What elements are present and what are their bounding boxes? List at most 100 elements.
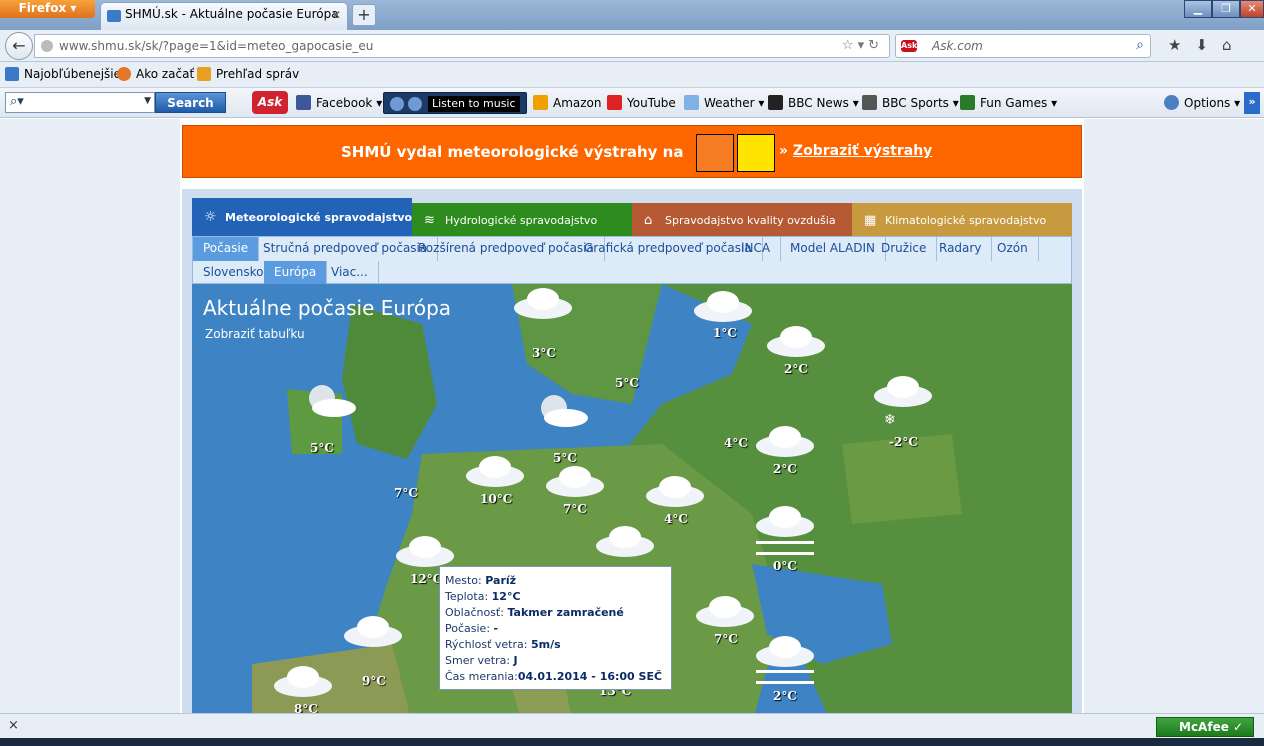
- cloud-icon[interactable]: [464, 454, 526, 488]
- title-bar: Firefox ▾ SHMÚ.sk - Aktuálne počasie Eur…: [0, 0, 1264, 30]
- search-icon[interactable]: ⌕: [1136, 37, 1144, 53]
- cloud-icon[interactable]: [594, 524, 656, 558]
- favicon-icon: [107, 10, 121, 22]
- minimize-button[interactable]: ▁: [1184, 0, 1212, 18]
- tooltip-direction: Smer vetra: J: [445, 653, 671, 669]
- toolbar-fun-games[interactable]: Fun Games ▾: [960, 95, 1057, 110]
- tooltip-city: Mesto: Paríž: [445, 573, 671, 589]
- cloud-icon[interactable]: [754, 424, 816, 458]
- cloud-icon[interactable]: [765, 324, 827, 358]
- fog-cloud-icon[interactable]: [754, 504, 816, 538]
- bookmark-star-icon[interactable]: ☆▾↻: [842, 38, 883, 53]
- cloud-icon[interactable]: [692, 289, 754, 323]
- bookmark-prehlad-sprav[interactable]: Prehľad správ: [197, 67, 299, 81]
- fog-cloud-icon[interactable]: [754, 634, 816, 668]
- url-text: www.shmu.sk/sk/?page=1&id=meteo_gapocasi…: [59, 39, 374, 53]
- nav-tools-icons[interactable]: ★⬇⌂: [1168, 36, 1246, 54]
- temp-label: 12°C: [410, 572, 443, 586]
- tooltip-label: Oblačnosť:: [445, 606, 504, 619]
- weather-map[interactable]: Aktuálne počasie Európa Zobraziť tabuľku: [192, 284, 1072, 713]
- subnav-viac[interactable]: Viac...: [321, 261, 379, 285]
- firefox-menu-button[interactable]: Firefox ▾: [0, 0, 95, 18]
- show-table-link[interactable]: Zobraziť tabuľku: [205, 327, 305, 341]
- temp-label: 2°C: [784, 362, 808, 376]
- toolbar-amazon[interactable]: Amazon: [533, 95, 602, 110]
- tooltip-value: Paríž: [485, 574, 517, 587]
- show-warnings-link[interactable]: » Zobraziť výstrahy: [779, 143, 932, 159]
- tooltip-label: Smer vetra:: [445, 654, 511, 667]
- volume-icon[interactable]: [408, 97, 422, 111]
- cloud-icon[interactable]: [512, 286, 574, 320]
- close-addon-bar-icon[interactable]: ×: [8, 718, 19, 733]
- temp-label: 8°C: [294, 702, 318, 713]
- subnav-druzice[interactable]: Družice: [871, 237, 938, 261]
- subnav-slovensko[interactable]: Slovensko: [193, 261, 275, 285]
- tooltip-value: 04.01.2014 - 16:00 SEČ: [517, 670, 663, 683]
- toolbar-item-label: YouTube: [627, 96, 676, 110]
- tooltip-value: -: [493, 622, 499, 635]
- back-button[interactable]: ←: [5, 32, 33, 60]
- fog-warning-icon[interactable]: [737, 134, 775, 172]
- wind-warning-icon[interactable]: [696, 134, 734, 172]
- ask-search-icon: Ask: [901, 40, 918, 52]
- bookmark-ako-zacat[interactable]: Ako začať: [117, 67, 194, 81]
- active-tab[interactable]: SHMÚ.sk - Aktuálne počasie Európa ✕: [100, 2, 348, 30]
- search-icon: ⌕▾: [10, 94, 24, 109]
- toolbar-bbc-news[interactable]: BBC News ▾: [768, 95, 859, 110]
- subnav-inca[interactable]: INCA: [731, 237, 782, 261]
- chart-icon: ▦: [864, 213, 877, 228]
- navigation-bar: ← www.shmu.sk/sk/?page=1&id=meteo_gapoca…: [0, 30, 1264, 62]
- close-tab-icon[interactable]: ✕: [331, 8, 341, 22]
- url-bar[interactable]: www.shmu.sk/sk/?page=1&id=meteo_gapocasi…: [34, 34, 890, 58]
- cloud-icon[interactable]: [394, 534, 456, 568]
- toolbar-facebook[interactable]: Facebook ▾: [296, 95, 382, 110]
- cloud-icon[interactable]: [872, 374, 934, 408]
- toolbar-search-button[interactable]: Search: [155, 92, 226, 113]
- subnav-radary[interactable]: Radary: [929, 237, 993, 261]
- subnav-europa[interactable]: Európa: [264, 261, 328, 285]
- tab-label: Hydrologické spravodajstvo: [445, 214, 598, 227]
- rss-icon: [197, 67, 211, 81]
- cloud-icon[interactable]: [644, 474, 706, 508]
- ask-logo[interactable]: Ask: [252, 91, 288, 114]
- play-icon[interactable]: [390, 97, 404, 111]
- toolbar-more-button[interactable]: »: [1244, 92, 1260, 114]
- tab-hydrologicke[interactable]: ≋ Hydrologické spravodajstvo: [412, 203, 632, 238]
- maximize-button[interactable]: ❐: [1212, 0, 1240, 18]
- cloud-icon[interactable]: [694, 594, 756, 628]
- globe-icon: [41, 40, 53, 52]
- gear-icon: [1164, 95, 1179, 110]
- tab-kvalita-ovzdusia[interactable]: ⌂ Spravodajstvo kvality ovzdušia: [632, 203, 852, 238]
- toolbar-bbc-sports[interactable]: BBC Sports ▾: [862, 95, 959, 110]
- toolbar-options[interactable]: Options ▾: [1164, 95, 1240, 110]
- chevron-down-icon[interactable]: ▼: [144, 96, 151, 106]
- search-bar[interactable]: Ask Ask.com ⌕: [895, 34, 1151, 58]
- cloud-icon[interactable]: [272, 664, 334, 698]
- moon-cloud-icon[interactable]: [532, 394, 594, 428]
- subnav-ozon[interactable]: Ozón: [987, 237, 1039, 261]
- page-content: SHMÚ vydal meteorologické výstrahy na » …: [180, 119, 1084, 713]
- tab-label: Meteorologické spravodajstvo: [225, 211, 413, 224]
- subnav-pocasie[interactable]: Počasie: [193, 237, 260, 261]
- moon-cloud-icon[interactable]: [300, 384, 362, 418]
- temp-label: 1°C: [713, 326, 737, 340]
- tooltip-temp: Teplota: 12°C: [445, 589, 671, 605]
- toolbar-weather[interactable]: Weather ▾: [684, 95, 764, 110]
- mcafee-badge[interactable]: McAfee ✓: [1156, 717, 1254, 737]
- toolbar-youtube[interactable]: YouTube: [607, 95, 676, 110]
- music-player[interactable]: Listen to music: [383, 92, 527, 114]
- bookmark-najoblubenejsie[interactable]: Najobľúbenejšie: [5, 67, 121, 81]
- new-tab-button[interactable]: +: [352, 4, 376, 26]
- tab-klimatologicke[interactable]: ▦ Klimatologické spravodajstvo: [852, 203, 1072, 238]
- tooltip-value: 5m/s: [530, 638, 561, 651]
- tooltip-wind: Rýchlosť vetra: 5m/s: [445, 637, 671, 653]
- tooltip-cloud: Oblačnosť: Takmer zamračené: [445, 605, 671, 621]
- tab-meteorologicke[interactable]: ☼ Meteorologické spravodajstvo: [192, 198, 412, 238]
- tooltip-value: 12°C: [491, 590, 521, 603]
- toolbar-search-input[interactable]: ⌕▾ ▼: [5, 92, 155, 113]
- temp-label: 2°C: [773, 462, 797, 476]
- close-window-button[interactable]: ✕: [1240, 0, 1264, 18]
- cloud-icon[interactable]: [544, 464, 606, 498]
- tooltip-label: Mesto:: [445, 574, 482, 587]
- rain-cloud-icon[interactable]: [342, 614, 404, 648]
